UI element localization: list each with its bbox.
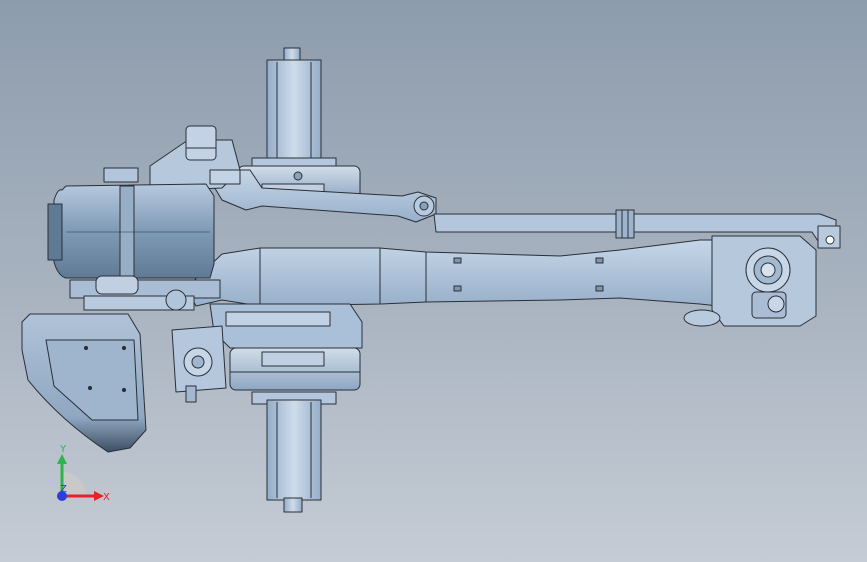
front-cover-shell[interactable] bbox=[21, 313, 147, 453]
upper-mount-bracket[interactable] bbox=[149, 125, 241, 191]
y-axis-label: Y bbox=[59, 444, 67, 455]
z-axis-label: Z bbox=[60, 484, 67, 495]
coordinate-triad[interactable]: Y X Z bbox=[57, 444, 110, 503]
drive-motor[interactable] bbox=[47, 167, 215, 279]
lower-wheel-shaft[interactable] bbox=[251, 391, 337, 513]
y-arrowhead bbox=[57, 454, 67, 464]
lower-hub-disc[interactable] bbox=[229, 347, 361, 391]
suspension-assembly[interactable] bbox=[21, 47, 841, 513]
x-axis-label: X bbox=[103, 492, 110, 503]
cad-viewport[interactable]: Y X Z bbox=[0, 0, 867, 562]
main-trailing-arm[interactable] bbox=[185, 239, 719, 307]
upper-wheel-shaft[interactable] bbox=[251, 47, 337, 171]
